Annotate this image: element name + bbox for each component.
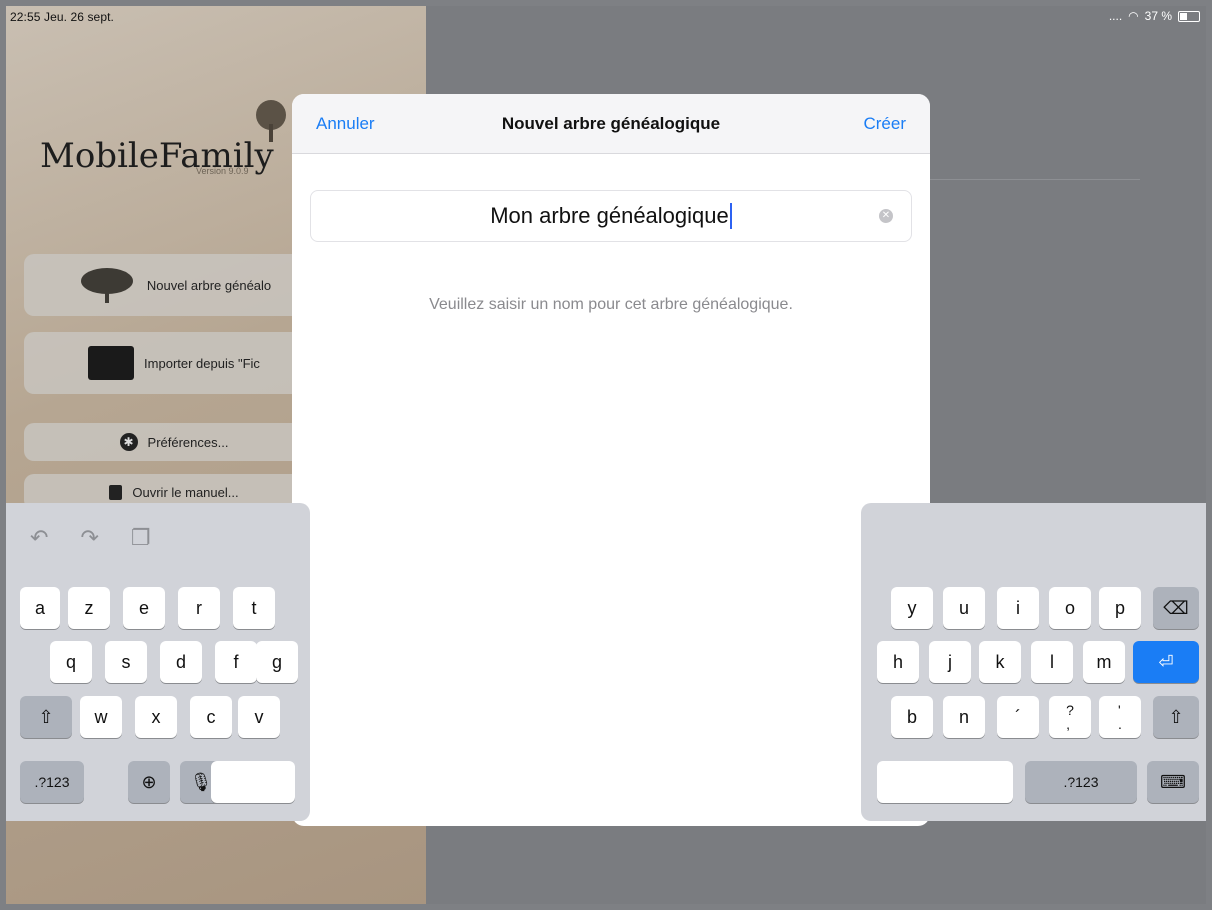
redo-icon[interactable]: ↷	[80, 525, 98, 551]
key-m[interactable]: m	[1083, 641, 1125, 683]
key-l[interactable]: l	[1031, 641, 1073, 683]
tree-icon	[80, 268, 133, 303]
key-apostrophe-period[interactable]: ' .	[1099, 696, 1141, 738]
sheet-title: Nouvel arbre généalogique	[501, 114, 721, 133]
keyboard-right: y u i o p ⌫ h j k l m ⏎ b n ´ ? , ' . ⇧ …	[861, 503, 1206, 821]
hint-text: Veuillez saisir un nom pour cet arbre gé…	[429, 296, 793, 313]
key-j[interactable]: j	[929, 641, 971, 683]
key-p[interactable]: p	[1099, 587, 1141, 629]
key-s[interactable]: s	[105, 641, 147, 683]
backspace-icon[interactable]: ⌫	[1153, 587, 1199, 629]
globe-icon[interactable]: ⊕	[128, 761, 170, 803]
key-x[interactable]: x	[135, 696, 177, 738]
new-tree-label: Nouvel arbre généalo	[146, 277, 272, 293]
key-d[interactable]: d	[160, 641, 202, 683]
tree-name-value: Mon arbre généalogique	[490, 203, 729, 228]
paste-icon[interactable]: ❐	[131, 525, 151, 551]
tree-name-field[interactable]: Mon arbre généalogique ✕	[310, 190, 912, 242]
numbers-key-right[interactable]: .?123	[1025, 761, 1137, 803]
key-o[interactable]: o	[1049, 587, 1091, 629]
undo-toolbar: ↶ ↷ ❐	[30, 525, 151, 551]
book-icon	[109, 484, 123, 500]
shift-icon: ⇧	[38, 706, 54, 727]
key-f[interactable]: f	[215, 641, 257, 683]
key-t[interactable]: t	[233, 587, 275, 629]
key-q[interactable]: q	[50, 641, 92, 683]
key-z[interactable]: z	[68, 587, 110, 629]
status-time: 22:55 Jeu. 26 sept.	[10, 10, 114, 24]
space-key-left[interactable]	[211, 761, 295, 803]
battery-icon	[1178, 10, 1200, 22]
keyboard-dismiss-icon[interactable]: ⌨	[1147, 761, 1199, 803]
divider	[926, 179, 1140, 180]
wifi-icon: ◠	[1128, 9, 1139, 23]
battery-percent: 37 %	[1144, 9, 1172, 23]
import-label: Importer depuis "Fic	[144, 355, 260, 371]
return-icon[interactable]: ⏎	[1133, 641, 1199, 683]
undo-icon[interactable]: ↶	[30, 525, 48, 551]
shift-key[interactable]: ⇧	[20, 696, 72, 738]
key-a[interactable]: a	[20, 587, 60, 629]
folder-icon	[88, 346, 135, 380]
shift-icon: ⇧	[1168, 706, 1184, 727]
key-y[interactable]: y	[891, 587, 933, 629]
key-k[interactable]: k	[979, 641, 1021, 683]
manual-label: Ouvrir le manuel...	[132, 484, 239, 500]
key-n[interactable]: n	[943, 696, 985, 738]
space-key-right[interactable]	[877, 761, 1013, 803]
key-g[interactable]: g	[256, 641, 298, 683]
gear-icon: ✱	[119, 433, 138, 451]
key-question-comma[interactable]: ? ,	[1049, 696, 1091, 738]
key-u[interactable]: u	[943, 587, 985, 629]
key-e[interactable]: e	[123, 587, 165, 629]
key-w[interactable]: w	[80, 696, 122, 738]
create-button[interactable]: Créer	[863, 114, 906, 134]
text-cursor	[729, 203, 732, 229]
key-h[interactable]: h	[877, 641, 919, 683]
key-i[interactable]: i	[997, 587, 1039, 629]
import-button[interactable]: Importer depuis "Fic	[24, 332, 324, 394]
app-version: Version 9.0.9	[196, 166, 249, 176]
key-b[interactable]: b	[891, 696, 933, 738]
key-accent[interactable]: ´	[997, 696, 1039, 738]
status-bar-right: .... ◠ 37 %	[1109, 9, 1200, 23]
numbers-key-left[interactable]: .?123	[20, 761, 84, 803]
new-tree-sheet: Annuler Nouvel arbre généalogique Créer …	[292, 94, 930, 826]
key-c[interactable]: c	[190, 696, 232, 738]
shift-key-right[interactable]: ⇧	[1153, 696, 1199, 738]
preferences-button[interactable]: ✱ Préférences...	[24, 423, 324, 461]
sheet-header: Annuler Nouvel arbre généalogique Créer	[292, 94, 930, 154]
key-r[interactable]: r	[178, 587, 220, 629]
keyboard-left: ↶ ↷ ❐ a z e r t q s d f g ⇧ w x c v .?12…	[6, 503, 310, 821]
preferences-label: Préférences...	[147, 434, 229, 450]
signal-icon: ....	[1108, 9, 1123, 23]
new-tree-button[interactable]: Nouvel arbre généalo	[24, 254, 324, 316]
clear-icon[interactable]: ✕	[879, 209, 893, 223]
key-v[interactable]: v	[238, 696, 280, 738]
